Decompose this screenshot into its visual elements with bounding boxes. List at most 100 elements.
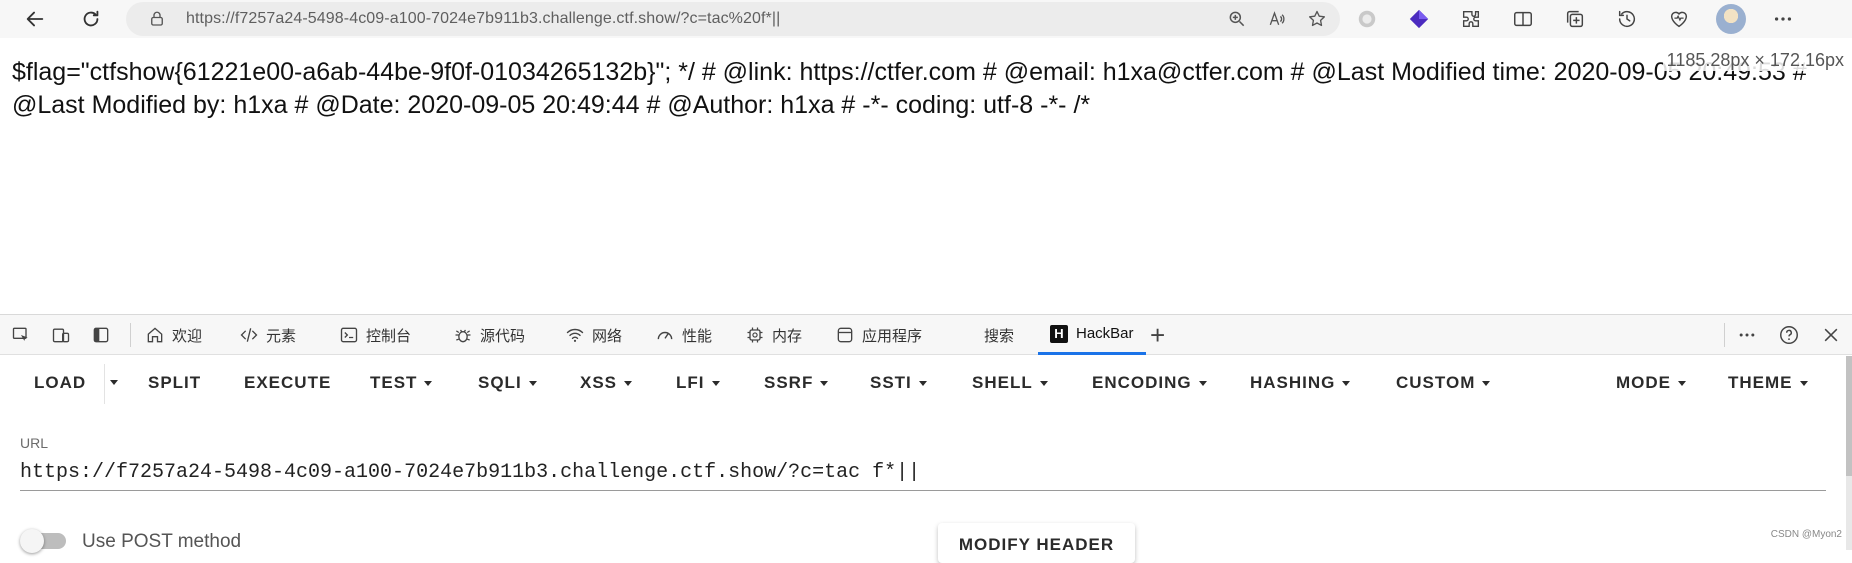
tab-network-label: 网络 bbox=[592, 327, 623, 345]
chevron-down-icon bbox=[918, 380, 927, 386]
load-button[interactable]: LOAD bbox=[34, 373, 86, 393]
tab-welcome[interactable]: 欢迎 bbox=[144, 315, 202, 355]
tab-application[interactable]: 应用程序 bbox=[834, 315, 922, 355]
split-screen-icon[interactable] bbox=[1508, 4, 1538, 34]
address-url[interactable]: https://f7257a24-5498-4c09-a100-7024e7b9… bbox=[186, 10, 780, 28]
chevron-down-icon bbox=[528, 380, 537, 386]
devtools-panel: 欢迎 元素 控制台 源代码 网络 性能 内存 应用程序 搜索 H HackBar… bbox=[0, 314, 1852, 563]
tab-network[interactable]: 网络 bbox=[564, 315, 622, 355]
lfi-label: LFI bbox=[676, 373, 705, 392]
chevron-down-icon bbox=[1799, 380, 1808, 386]
split-button[interactable]: SPLIT bbox=[148, 373, 201, 393]
profile-avatar[interactable] bbox=[1716, 4, 1746, 34]
tab-sources[interactable]: 源代码 bbox=[452, 315, 525, 355]
inspect-element-icon[interactable] bbox=[10, 324, 32, 346]
theme-menu-button[interactable]: THEME bbox=[1728, 373, 1808, 393]
collections-icon[interactable] bbox=[1560, 4, 1590, 34]
help-icon[interactable] bbox=[1778, 324, 1800, 346]
tab-search-label: 搜索 bbox=[984, 327, 1015, 345]
close-icon[interactable] bbox=[1820, 324, 1842, 346]
chip-icon bbox=[744, 324, 766, 346]
reload-button[interactable] bbox=[74, 2, 108, 36]
custom-menu-button[interactable]: CUSTOM bbox=[1396, 373, 1491, 393]
app-icon bbox=[834, 324, 856, 346]
chevron-down-icon bbox=[1198, 380, 1207, 386]
ssrf-label: SSRF bbox=[764, 373, 814, 392]
hackbar-logo-icon: H bbox=[1050, 324, 1068, 343]
tab-search[interactable]: 搜索 bbox=[984, 315, 1014, 355]
zoom-icon[interactable] bbox=[1226, 8, 1248, 30]
plus-icon: + bbox=[1150, 319, 1166, 350]
tab-application-label: 应用程序 bbox=[862, 327, 923, 345]
tab-memory[interactable]: 内存 bbox=[744, 315, 802, 355]
page-output-text: $flag="ctfshow{61221e00-a6ab-44be-9f0f-0… bbox=[12, 58, 1807, 119]
execute-label: EXECUTE bbox=[244, 373, 332, 392]
browser-toolbar: https://f7257a24-5498-4c09-a100-7024e7b9… bbox=[0, 0, 1852, 38]
ssrf-menu-button[interactable]: SSRF bbox=[764, 373, 829, 393]
arrow-left-icon bbox=[26, 11, 44, 27]
more-options-icon[interactable] bbox=[1736, 324, 1758, 346]
test-menu-button[interactable]: TEST bbox=[370, 373, 433, 393]
browser-essentials-icon[interactable] bbox=[1664, 4, 1694, 34]
lock-icon[interactable] bbox=[148, 10, 166, 28]
mode-label: MODE bbox=[1616, 373, 1671, 392]
address-bar[interactable]: https://f7257a24-5498-4c09-a100-7024e7b9… bbox=[126, 2, 1340, 36]
tab-hackbar-label: HackBar bbox=[1076, 325, 1134, 342]
tab-performance-label: 性能 bbox=[682, 327, 713, 345]
reload-icon bbox=[83, 10, 99, 27]
toggle-knob[interactable] bbox=[20, 529, 44, 553]
address-url-host: https://f7257a24-5498-4c09-a100-7024e7b9… bbox=[186, 10, 676, 27]
chevron-down-icon bbox=[1039, 380, 1048, 386]
csdn-watermark: CSDN @Myon⁠2 bbox=[1770, 529, 1842, 540]
url-field-label: URL bbox=[20, 435, 49, 451]
tab-welcome-label: 欢迎 bbox=[172, 327, 203, 345]
address-url-path: /?c=tac%20f*|| bbox=[675, 10, 781, 27]
code-icon bbox=[238, 324, 260, 346]
tab-elements[interactable]: 元素 bbox=[238, 315, 296, 355]
devtools-scrollbar[interactable] bbox=[1846, 356, 1852, 550]
lfi-menu-button[interactable]: LFI bbox=[676, 373, 720, 393]
post-method-label: Use POST method bbox=[82, 531, 242, 552]
element-size-tooltip: 1185.28px × 172.16px bbox=[1662, 50, 1848, 71]
xss-menu-button[interactable]: XSS bbox=[580, 373, 633, 393]
chevron-down-icon bbox=[820, 380, 829, 386]
read-aloud-icon[interactable] bbox=[1266, 8, 1288, 30]
tab-performance[interactable]: 性能 bbox=[654, 315, 712, 355]
scrollbar-thumb[interactable] bbox=[1846, 356, 1852, 476]
chevron-down-icon bbox=[424, 380, 433, 386]
tab-hackbar[interactable]: H HackBar bbox=[1038, 315, 1146, 355]
chevron-down-icon bbox=[110, 380, 118, 385]
devtools-tab-bar: 欢迎 元素 控制台 源代码 网络 性能 内存 应用程序 搜索 H HackBar… bbox=[0, 315, 1852, 355]
mode-menu-button[interactable]: MODE bbox=[1616, 373, 1686, 393]
custom-label: CUSTOM bbox=[1396, 373, 1476, 392]
chevron-down-icon bbox=[711, 380, 720, 386]
tab-console[interactable]: 控制台 bbox=[338, 315, 411, 355]
sqli-menu-button[interactable]: SQLI bbox=[478, 373, 537, 393]
favorite-star-icon[interactable] bbox=[1306, 8, 1328, 30]
devtools-separator-right bbox=[1724, 323, 1725, 347]
hackbar-toolbar: LOAD SPLIT EXECUTE TEST SQLI XSS LFI SSR… bbox=[0, 356, 1846, 412]
extensions-puzzle-icon[interactable] bbox=[1456, 4, 1486, 34]
execute-button[interactable]: EXECUTE bbox=[244, 373, 331, 393]
shell-menu-button[interactable]: SHELL bbox=[972, 373, 1048, 393]
toggle-sidebar-icon[interactable] bbox=[90, 324, 112, 346]
ssti-menu-button[interactable]: SSTI bbox=[870, 373, 927, 393]
ssti-label: SSTI bbox=[870, 373, 912, 392]
console-icon bbox=[338, 324, 360, 346]
encoding-menu-button[interactable]: ENCODING bbox=[1092, 373, 1207, 393]
extension-circle-icon[interactable] bbox=[1352, 4, 1382, 34]
post-method-toggle[interactable] bbox=[20, 529, 66, 553]
load-divider bbox=[104, 364, 105, 404]
tab-sources-label: 源代码 bbox=[480, 327, 526, 345]
load-dropdown-button[interactable] bbox=[110, 380, 118, 385]
extension-diamond-icon[interactable] bbox=[1404, 4, 1434, 34]
hackbar-url-input[interactable] bbox=[20, 455, 1826, 491]
add-tab-button[interactable]: + bbox=[1150, 315, 1165, 355]
device-emulation-icon[interactable] bbox=[50, 324, 72, 346]
load-label: LOAD bbox=[34, 373, 87, 392]
history-icon[interactable] bbox=[1612, 4, 1642, 34]
more-menu-icon[interactable] bbox=[1768, 4, 1798, 34]
back-button[interactable] bbox=[18, 2, 52, 36]
hashing-menu-button[interactable]: HASHING bbox=[1250, 373, 1351, 393]
modify-header-button[interactable]: MODIFY HEADER bbox=[938, 523, 1135, 563]
